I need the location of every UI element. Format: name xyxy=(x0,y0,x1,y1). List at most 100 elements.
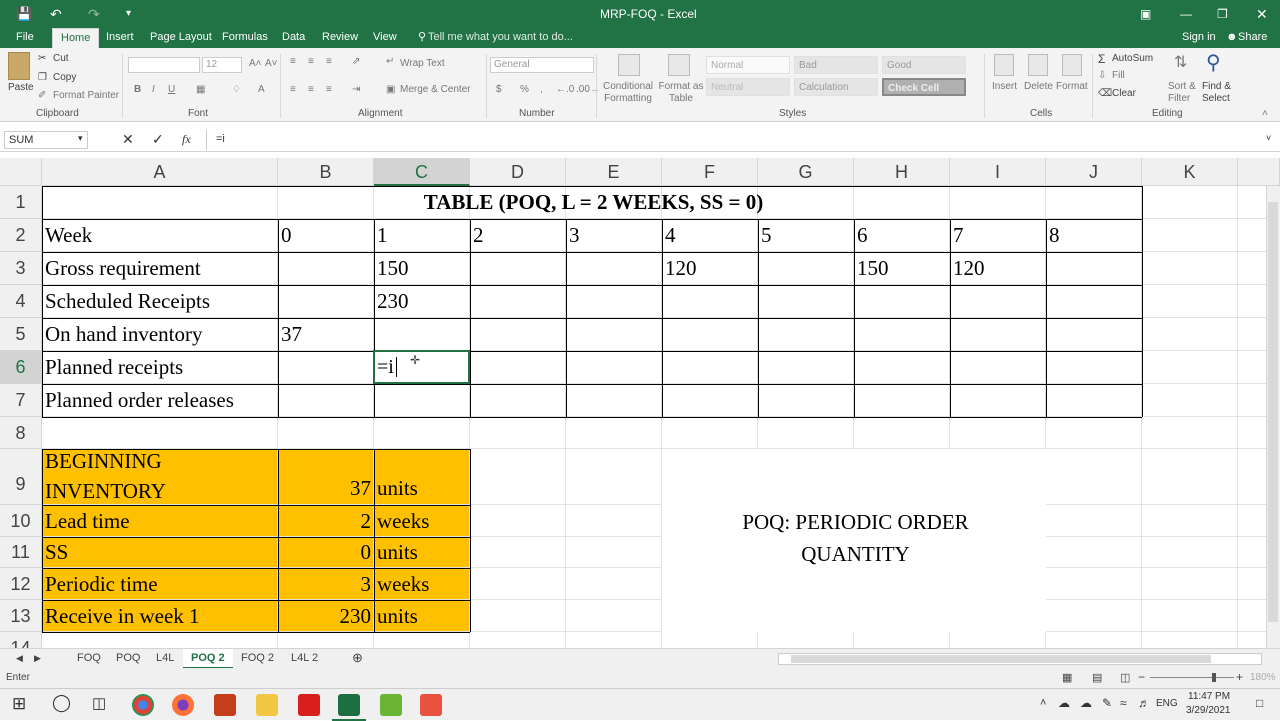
name-box[interactable]: SUM xyxy=(4,131,88,149)
align-right-icon[interactable]: ≡ xyxy=(326,84,332,95)
horizontal-scrollbar[interactable] xyxy=(778,653,1262,665)
tray-chevron-icon[interactable]: ˄ xyxy=(1040,697,1046,709)
row-header-10[interactable]: 10 xyxy=(0,505,42,537)
cancel-icon[interactable]: ✕ xyxy=(122,131,134,148)
cell-a10[interactable]: Lead time xyxy=(42,505,278,537)
worksheet-grid[interactable]: A B C D E F G H I J K 1 2 3 4 5 6 7 8 9 10 11 12 13 14 TABLE (POQ… xyxy=(0,158,1280,648)
cell-a2[interactable]: Week xyxy=(42,219,278,252)
tab-data[interactable]: Data xyxy=(274,28,313,48)
tab-scroll-right-icon[interactable]: ▶ xyxy=(26,649,49,669)
task-view-icon[interactable]: ◫ xyxy=(92,694,106,712)
row-header-13[interactable]: 13 xyxy=(0,600,42,632)
select-all-corner[interactable] xyxy=(0,158,42,186)
row-header-7[interactable]: 7 xyxy=(0,384,42,417)
cell-b9[interactable]: 37 xyxy=(278,473,371,503)
column-header-e[interactable]: E xyxy=(566,158,662,186)
cell-f3[interactable]: 120 xyxy=(662,252,758,285)
undo-icon[interactable]: ↶ xyxy=(50,0,62,28)
chrome-icon[interactable] xyxy=(132,694,154,716)
underline-icon[interactable]: U xyxy=(168,84,175,95)
italic-icon[interactable]: I xyxy=(152,84,155,95)
align-top-icon[interactable]: ≡ xyxy=(290,56,296,67)
column-header-i[interactable]: I xyxy=(950,158,1046,186)
row-header-1[interactable]: 1 xyxy=(0,186,42,219)
insert-function-button[interactable]: fx xyxy=(182,132,191,147)
align-left-icon[interactable]: ≡ xyxy=(290,84,296,95)
cell-c4[interactable]: 230 xyxy=(374,285,470,318)
normal-view-icon[interactable]: ▦ xyxy=(1062,671,1072,684)
cell-week-5[interactable]: 5 xyxy=(758,219,854,252)
cell-c12[interactable]: weeks xyxy=(374,568,470,600)
close-icon[interactable]: ✕ xyxy=(1256,0,1268,28)
column-header-k[interactable]: K xyxy=(1142,158,1238,186)
column-header-j[interactable]: J xyxy=(1046,158,1142,186)
cell-b10[interactable]: 2 xyxy=(278,505,372,537)
ribbon-display-icon[interactable]: ▣ xyxy=(1140,0,1151,28)
sheet-tab-foq-2[interactable]: FOQ 2 xyxy=(233,649,282,669)
cell-a11[interactable]: SS xyxy=(42,537,278,568)
cell-a3[interactable]: Gross requirement xyxy=(42,252,278,285)
page-break-view-icon[interactable]: ◫ xyxy=(1120,671,1130,684)
sheet-tab-poq[interactable]: POQ xyxy=(108,649,148,669)
row-header-8[interactable]: 8 xyxy=(0,417,42,449)
paste-button[interactable]: Paste xyxy=(8,82,34,93)
borders-icon[interactable]: ▦ xyxy=(196,84,205,95)
cell-a4[interactable]: Scheduled Receipts xyxy=(42,285,278,318)
style-neutral[interactable]: Neutral xyxy=(706,78,790,96)
cell-c10[interactable]: weeks xyxy=(374,505,470,537)
row-header-5[interactable]: 5 xyxy=(0,318,42,351)
cell-week-2[interactable]: 2 xyxy=(470,219,566,252)
row-header-4[interactable]: 4 xyxy=(0,285,42,318)
wifi-icon[interactable]: ≈ xyxy=(1120,696,1127,710)
column-header-g[interactable]: G xyxy=(758,158,854,186)
cell-week-4[interactable]: 4 xyxy=(662,219,758,252)
align-middle-icon[interactable]: ≡ xyxy=(308,56,314,67)
column-header-h[interactable]: H xyxy=(854,158,950,186)
row-header-12[interactable]: 12 xyxy=(0,568,42,600)
row-header-9[interactable]: 9 xyxy=(0,449,42,505)
number-format-box[interactable]: General xyxy=(490,57,594,73)
cell-week-6[interactable]: 6 xyxy=(854,219,950,252)
font-name-box[interactable] xyxy=(128,57,200,73)
sheet-tab-foq[interactable]: FOQ xyxy=(69,649,109,669)
page-layout-view-icon[interactable]: ▤ xyxy=(1092,671,1102,684)
new-sheet-icon[interactable]: ⊕ xyxy=(344,649,371,669)
firefox-icon[interactable] xyxy=(172,694,194,716)
zoom-out-icon[interactable]: − xyxy=(1138,670,1145,684)
cell-b11[interactable]: 0 xyxy=(278,537,372,568)
insert-button[interactable]: Insert xyxy=(992,81,1017,92)
row-header-2[interactable]: 2 xyxy=(0,219,42,252)
style-check-cell[interactable]: Check Cell xyxy=(882,78,966,96)
format-button[interactable]: Format xyxy=(1056,81,1088,92)
language-indicator[interactable]: ENG xyxy=(1156,698,1178,709)
bold-icon[interactable]: B xyxy=(134,84,141,95)
cell-a9-line1[interactable]: BEGINNING xyxy=(42,447,278,475)
align-center-icon[interactable]: ≡ xyxy=(308,84,314,95)
row-header-14[interactable]: 14 xyxy=(0,632,42,648)
font-color-icon[interactable]: A xyxy=(258,84,265,95)
search-icon[interactable]: ◯ xyxy=(52,693,71,713)
row-header-11[interactable]: 11 xyxy=(0,537,42,568)
fill-button[interactable]: Fill xyxy=(1112,70,1125,81)
style-good[interactable]: Good xyxy=(882,56,966,74)
style-normal[interactable]: Normal xyxy=(706,56,790,74)
sign-in-link[interactable]: Sign in xyxy=(1174,28,1224,48)
cell-h3[interactable]: 150 xyxy=(854,252,950,285)
scrollbar-thumb[interactable] xyxy=(791,655,1211,663)
clock-date[interactable]: 3/29/2021 xyxy=(1186,705,1231,716)
shrink-font-icon[interactable]: A˅ xyxy=(265,58,278,69)
conditional-formatting-button[interactable]: Conditional Formatting xyxy=(600,81,656,105)
cell-i3[interactable]: 120 xyxy=(950,252,1046,285)
row-header-6[interactable]: 6 xyxy=(0,351,42,384)
column-header-f[interactable]: F xyxy=(662,158,758,186)
cell-a12[interactable]: Periodic time xyxy=(42,568,278,600)
camtasia-recorder-icon[interactable] xyxy=(420,694,442,716)
fill-color-icon[interactable]: ♢ xyxy=(232,84,241,95)
cell-c13[interactable]: units xyxy=(374,600,470,632)
delete-button[interactable]: Delete xyxy=(1024,81,1053,92)
font-size-box[interactable]: 12 xyxy=(202,57,242,73)
minimize-icon[interactable]: — xyxy=(1180,0,1192,28)
zoom-slider-thumb[interactable] xyxy=(1212,673,1216,682)
cell-week-7[interactable]: 7 xyxy=(950,219,1046,252)
format-as-table-button[interactable]: Format as Table xyxy=(658,81,704,105)
